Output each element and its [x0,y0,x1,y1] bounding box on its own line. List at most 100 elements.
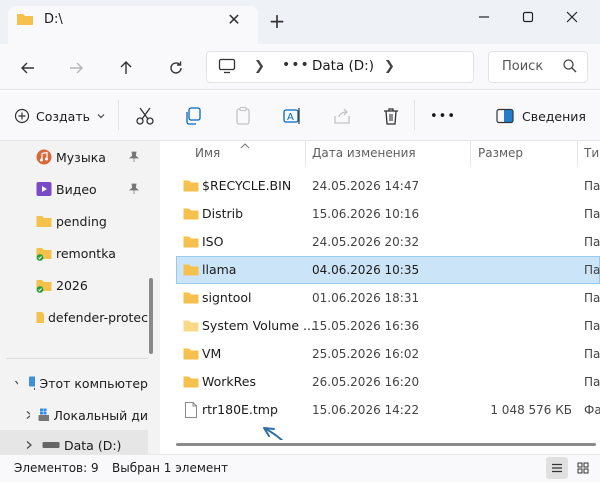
file-date: 24.05.2026 14:47 [312,179,420,193]
sidebar-item-label: Музыка [56,149,106,165]
column-divider[interactable] [470,141,471,167]
details-label: Сведения [522,108,586,124]
column-header-type[interactable]: Ти [584,146,599,160]
file-size: 1 048 576 КБ [490,403,572,417]
sidebar-item-remontka[interactable]: remontka [0,237,148,269]
folder-icon [183,320,199,332]
search-placeholder: Поиск [502,59,544,74]
back-button[interactable] [14,54,42,82]
copy-button[interactable] [181,104,205,128]
new-tab-button[interactable]: + [266,10,288,32]
chevron-right-icon[interactable]: ❯ [384,59,395,74]
file-name: Distrib [202,206,244,221]
sidebar-item-music[interactable]: Музыка [0,141,148,173]
file-name: llama [202,262,237,277]
sidebar-item-defender-protec[interactable]: defender-protec [0,301,148,333]
sidebar-item-label: Видео [56,181,97,197]
item-count: Элементов: 9 [14,461,99,475]
scrollbar-thumb[interactable] [176,443,596,446]
scissors-icon [136,107,154,125]
forward-button[interactable] [62,54,90,82]
column-header-date[interactable]: Дата изменения [312,146,416,160]
sidebar-item-2026[interactable]: 2026 [0,269,148,301]
share-icon [334,108,350,124]
close-window-button[interactable] [550,0,594,34]
file-date: 26.05.2026 16:20 [312,375,420,389]
file-date: 15.06.2026 14:22 [312,403,420,417]
tab-title: D:\ [44,12,63,27]
toolbar-divider [414,100,415,130]
delete-button[interactable] [379,104,403,128]
file-name: VM [202,346,222,361]
file-name: WorkRes [202,374,256,389]
rename-button[interactable]: A [280,104,304,128]
arrow-up-icon [120,61,132,74]
close-icon [566,11,578,23]
folder-icon [183,264,199,276]
monitor-icon [29,376,36,390]
up-button[interactable] [112,54,140,82]
folder-icon [183,348,199,360]
chevron-right-icon[interactable]: ❯ [254,59,265,74]
file-name: signtool [202,290,252,305]
maximize-icon [522,11,534,23]
sidebar-item-video[interactable]: Видео [0,173,148,205]
file-date: 04.06.2026 10:35 [312,263,420,277]
file-date: 01.06.2026 18:31 [312,291,420,305]
video-icon [36,182,52,196]
folder-icon [183,236,199,248]
column-divider[interactable] [577,141,578,167]
breadcrumb-drive[interactable]: Data (D:) [312,58,374,74]
windows-drive-icon [38,408,50,421]
refresh-icon [170,61,182,74]
details-pane-button[interactable]: Сведения [496,104,592,128]
paste-button[interactable] [231,104,255,128]
sidebar-item-local-disk[interactable]: Локальный ди [0,399,148,431]
chevron-right-icon[interactable] [24,440,34,450]
file-name: ISO [202,234,224,249]
share-button[interactable] [330,104,354,128]
file-type: Па [584,291,600,305]
close-tab-icon[interactable]: ✕ [224,10,244,30]
sidebar-item-this-pc[interactable]: Этот компьютер [0,367,148,399]
tiles-view-button[interactable] [572,457,594,479]
sidebar-item-label: 2026 [56,277,88,293]
file-date: 15.06.2026 10:16 [312,207,420,221]
file-type: Па [584,375,600,389]
sidebar-item-pending[interactable]: pending [0,205,148,237]
toolbar-divider [118,100,119,130]
refresh-button[interactable] [162,54,190,82]
more-options-button[interactable]: ••• [428,104,458,128]
create-button[interactable]: Создать [14,104,106,128]
column-header-size[interactable]: Размер [478,146,523,160]
sidebar-item-label: defender-protec [47,309,148,325]
tiles-view-icon [577,462,589,474]
maximize-button[interactable] [506,0,550,34]
monitor-icon [218,58,236,74]
chevron-right-icon[interactable] [24,410,31,420]
folder-icon [183,208,199,220]
arrow-right-icon [70,62,83,74]
synced-folder-icon [36,248,52,261]
file-type: Па [584,347,600,361]
cut-button[interactable] [133,104,157,128]
breadcrumb-more[interactable]: ••• [282,57,310,73]
pin-icon [128,183,140,194]
sort-ascending-icon [240,143,250,149]
file-type: Па [584,207,600,221]
sidebar-scrollbar[interactable] [149,278,153,354]
create-label: Создать [36,108,90,124]
copy-icon [186,107,201,125]
column-header-name[interactable]: Имя [195,146,220,160]
minimize-button[interactable] [462,0,506,34]
file-icon [185,402,197,418]
search-icon[interactable] [562,58,578,74]
chevron-down-icon[interactable] [14,378,19,388]
column-divider[interactable] [305,141,306,167]
music-icon [36,149,52,165]
file-name: $RECYCLE.BIN [202,178,292,193]
file-type: Па [584,263,600,277]
chevron-down-icon [97,114,105,119]
details-view-button[interactable] [546,457,568,479]
file-date: 15.05.2026 16:36 [312,319,420,333]
